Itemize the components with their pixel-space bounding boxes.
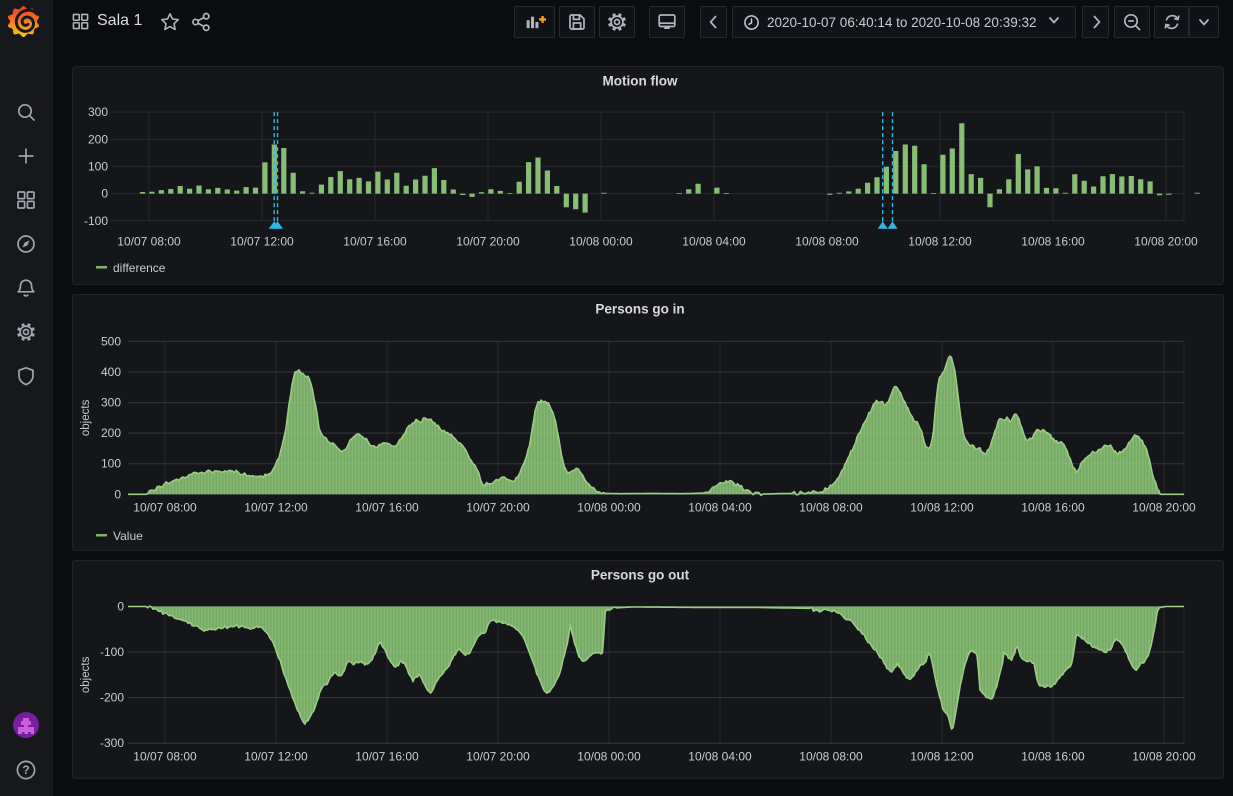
svg-text:10/07 08:00: 10/07 08:00 bbox=[117, 235, 181, 249]
svg-text:400: 400 bbox=[101, 365, 121, 379]
svg-text:200: 200 bbox=[88, 132, 108, 146]
svg-text:-200: -200 bbox=[100, 691, 124, 705]
svg-text:10/07 20:00: 10/07 20:00 bbox=[466, 501, 530, 515]
svg-text:10/07 12:00: 10/07 12:00 bbox=[244, 501, 308, 515]
svg-text:10/08 16:00: 10/08 16:00 bbox=[1021, 750, 1085, 764]
svg-text:10/07 16:00: 10/07 16:00 bbox=[343, 235, 407, 249]
svg-text:0: 0 bbox=[117, 600, 124, 614]
svg-text:10/07 20:00: 10/07 20:00 bbox=[466, 750, 530, 764]
svg-text:0: 0 bbox=[101, 187, 108, 201]
svg-text:10/08 20:00: 10/08 20:00 bbox=[1132, 750, 1196, 764]
svg-text:10/08 08:00: 10/08 08:00 bbox=[795, 235, 859, 249]
svg-text:objects: objects bbox=[80, 399, 92, 436]
svg-text:10/08 20:00: 10/08 20:00 bbox=[1132, 501, 1196, 515]
svg-text:100: 100 bbox=[101, 457, 121, 471]
svg-text:10/07 20:00: 10/07 20:00 bbox=[456, 235, 520, 249]
svg-text:10/08 08:00: 10/08 08:00 bbox=[799, 501, 863, 515]
svg-text:0: 0 bbox=[114, 487, 121, 501]
svg-text:10/07 08:00: 10/07 08:00 bbox=[133, 750, 197, 764]
svg-text:10/08 04:00: 10/08 04:00 bbox=[688, 501, 752, 515]
svg-text:10/07 08:00: 10/07 08:00 bbox=[133, 501, 197, 515]
svg-text:-300: -300 bbox=[100, 736, 124, 750]
svg-text:10/07 12:00: 10/07 12:00 bbox=[244, 750, 308, 764]
svg-text:Persons go in: Persons go in bbox=[595, 302, 684, 317]
svg-text:10/08 16:00: 10/08 16:00 bbox=[1021, 501, 1085, 515]
svg-text:10/08 12:00: 10/08 12:00 bbox=[910, 750, 974, 764]
svg-text:10/08 00:00: 10/08 00:00 bbox=[569, 235, 633, 249]
svg-text:Persons go out: Persons go out bbox=[591, 568, 690, 583]
svg-text:10/08 00:00: 10/08 00:00 bbox=[577, 750, 641, 764]
svg-text:10/08 04:00: 10/08 04:00 bbox=[688, 750, 752, 764]
svg-text:10/08 12:00: 10/08 12:00 bbox=[908, 235, 972, 249]
svg-text:200: 200 bbox=[101, 426, 121, 440]
svg-text:10/07 16:00: 10/07 16:00 bbox=[355, 501, 419, 515]
svg-text:difference: difference bbox=[113, 261, 166, 275]
svg-text:-100: -100 bbox=[84, 214, 108, 228]
svg-text:-100: -100 bbox=[100, 645, 124, 659]
svg-text:10/08 16:00: 10/08 16:00 bbox=[1021, 235, 1085, 249]
svg-text:10/08 08:00: 10/08 08:00 bbox=[799, 750, 863, 764]
svg-text:10/08 12:00: 10/08 12:00 bbox=[910, 501, 974, 515]
svg-text:10/07 12:00: 10/07 12:00 bbox=[230, 235, 294, 249]
svg-text:objects: objects bbox=[80, 656, 92, 693]
svg-text:300: 300 bbox=[101, 396, 121, 410]
svg-text:?: ? bbox=[22, 763, 29, 777]
svg-text:10/07 16:00: 10/07 16:00 bbox=[355, 750, 419, 764]
svg-text:500: 500 bbox=[101, 334, 121, 348]
svg-text:10/08 04:00: 10/08 04:00 bbox=[682, 235, 746, 249]
svg-text:100: 100 bbox=[88, 159, 108, 173]
svg-text:10/08 00:00: 10/08 00:00 bbox=[577, 501, 641, 515]
svg-text:300: 300 bbox=[88, 105, 108, 119]
svg-text:10/08 20:00: 10/08 20:00 bbox=[1134, 235, 1198, 249]
svg-text:Value: Value bbox=[113, 529, 143, 543]
svg-text:Motion flow: Motion flow bbox=[603, 74, 678, 89]
